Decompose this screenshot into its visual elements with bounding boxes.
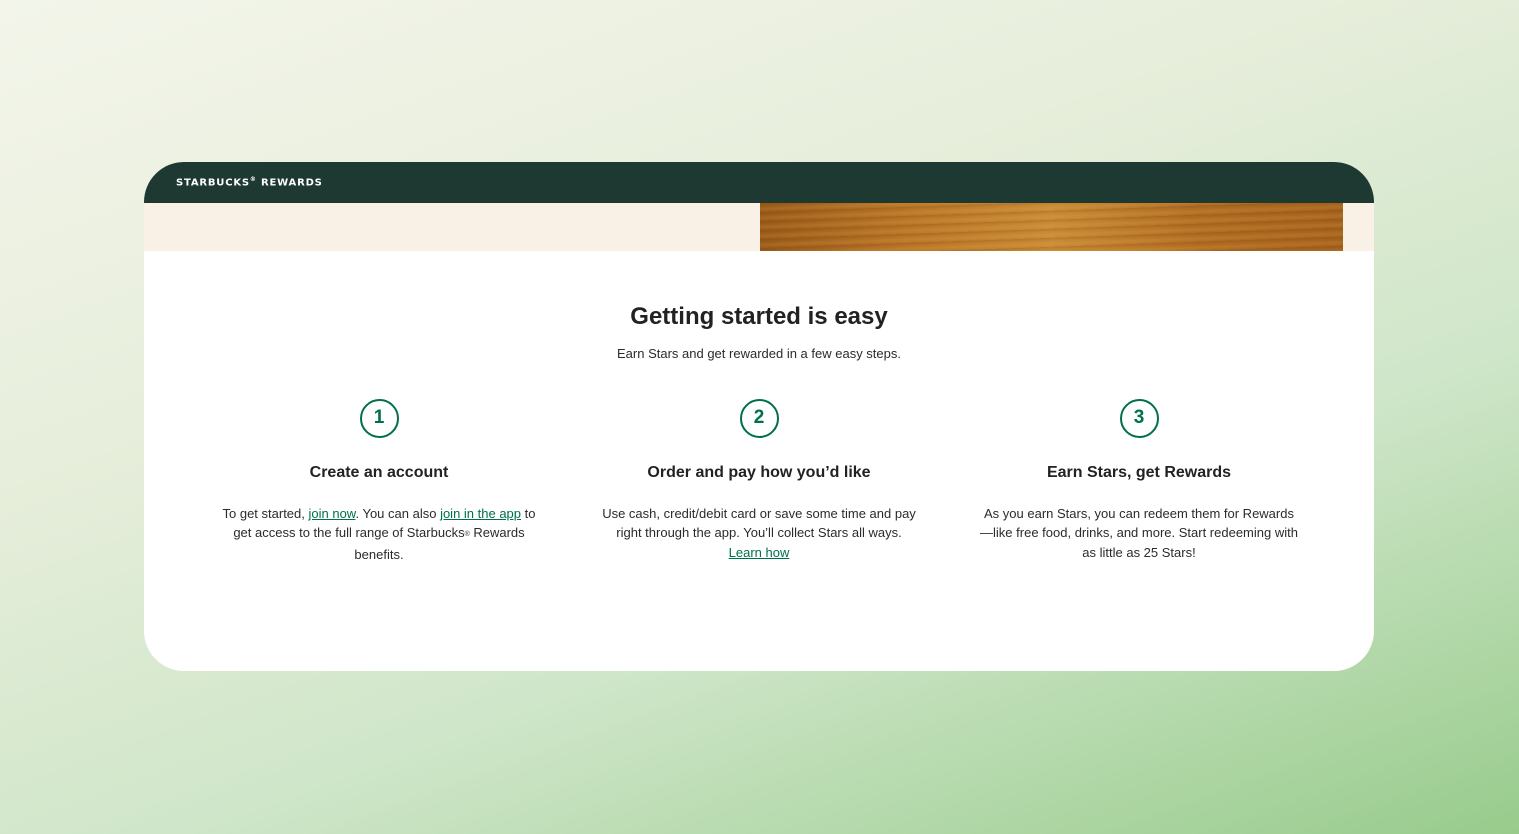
step-order-and-pay: 2 Order and pay how you’d like Use cash,… <box>599 398 919 565</box>
hero-banner <box>144 203 1374 251</box>
step-earn-stars: 3 Earn Stars, get Rewards As you earn St… <box>979 398 1299 565</box>
hero-image <box>760 203 1343 251</box>
step-description: To get started, join now. You can also j… <box>222 505 536 562</box>
step-description: As you earn Stars, you can redeem them f… <box>980 505 1298 560</box>
step-number-badge: 2 <box>739 398 779 438</box>
steps-list: 1 Create an account To get started, join… <box>219 398 1299 565</box>
step-title: Order and pay how you’d like <box>647 463 871 481</box>
join-in-app-link[interactable]: join in the app <box>440 506 521 521</box>
step-number-badge: 1 <box>359 398 399 438</box>
getting-started-section: Getting started is easy Earn Stars and g… <box>144 251 1374 564</box>
learn-how-link[interactable]: Learn how <box>729 545 790 560</box>
section-title: Getting started is easy <box>630 303 888 330</box>
step-title: Create an account <box>309 463 449 481</box>
rewards-card: STARBUCKS® REWARDS Getting started is ea… <box>144 162 1374 671</box>
step-description: Use cash, credit/debit card or save some… <box>602 505 916 560</box>
step-create-account: 1 Create an account To get started, join… <box>219 398 539 565</box>
brand-wordmark: STARBUCKS® REWARDS <box>176 176 323 189</box>
rewards-header-bar: STARBUCKS® REWARDS <box>144 162 1374 203</box>
step-title: Earn Stars, get Rewards <box>1046 463 1232 481</box>
join-now-link[interactable]: join now <box>309 506 356 521</box>
section-subtitle: Earn Stars and get rewarded in a few eas… <box>617 345 901 361</box>
step-number-badge: 3 <box>1119 398 1159 438</box>
